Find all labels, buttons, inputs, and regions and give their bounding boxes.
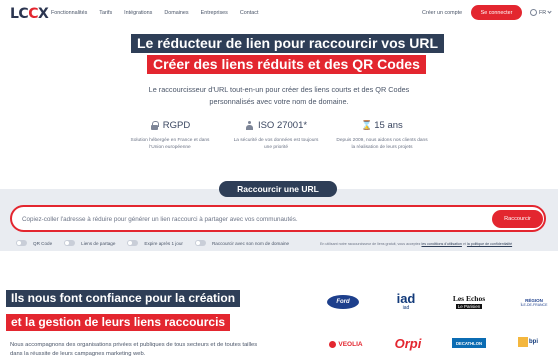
client-logo-orpi: Orpi [394, 335, 422, 351]
chevron-down-icon [547, 9, 552, 14]
shortener-options: QR Code Liens de partage Expire après 1 … [16, 240, 301, 246]
nav-link-contact[interactable]: Contact [240, 10, 259, 16]
hero-title-line2: Créer des liens réduits et des QR Codes [147, 55, 426, 74]
option-custom-domain[interactable]: Raccourcir avec son nom de domaine [194, 240, 290, 246]
hourglass-icon: ⌛ [361, 120, 373, 130]
logo-accent: C [28, 6, 38, 22]
url-input[interactable] [22, 212, 472, 226]
feature-title: RGPD [162, 120, 191, 131]
hero-lead: Le raccourcisseur d'URL tout-en-un pour … [148, 85, 410, 106]
logo-text: bpi [529, 339, 538, 345]
globe-icon [530, 9, 537, 16]
logo-text: LC [10, 6, 29, 22]
option-label: Expire après 1 jour [144, 240, 183, 246]
option-expire[interactable]: Expire après 1 jour [127, 240, 183, 246]
nav-link-entreprises[interactable]: Entreprises [201, 10, 228, 16]
main-menu: Fonctionnalités Tarifs Intégrations Doma… [51, 10, 270, 16]
create-account-link[interactable]: Créer un compte [422, 10, 462, 16]
option-label: Liens de partage [81, 240, 116, 246]
client-logo-bpi: bpi [516, 336, 540, 348]
hero-title-line1: Le réducteur de lien pour raccourcir vos… [131, 34, 445, 53]
login-button[interactable]: Se connecter [471, 5, 522, 20]
client-logo-echos: Les Echos Le Parisien [449, 288, 489, 314]
logo-text-end: X [37, 6, 49, 22]
client-logo-decathlon: DECATHLON [452, 338, 486, 348]
option-qr-code[interactable]: QR Code [16, 240, 52, 246]
top-nav: LCCX Fonctionnalités Tarifs Intégrations… [0, 0, 558, 28]
nav-link-domaines[interactable]: Domaines [164, 10, 188, 16]
shorten-button[interactable]: Raccourcir [492, 210, 543, 228]
legal-and: et [462, 242, 466, 246]
logo-text: iad [396, 291, 416, 306]
feature-desc: Solution hébergée en France et dans l'Un… [130, 138, 210, 150]
feature-years: ⌛ 15 ans Depuis 2009, nous aidons nos cli… [336, 120, 428, 151]
feature-desc: La sécurité de vos données est toujours … [233, 138, 319, 150]
feature-desc: Depuis 2009, nous aidons nos clients dan… [336, 138, 428, 150]
feature-title: ISO 27001* [257, 120, 308, 131]
shortener-tab[interactable]: Raccourcir une URL [219, 181, 337, 197]
legal-notice: En utilisant notre raccourcisseur de lie… [320, 242, 512, 246]
toggle-switch[interactable] [64, 240, 76, 246]
trust-title-line1: Ils nous font confiance pour la création [6, 290, 241, 307]
toggle-switch[interactable] [16, 240, 27, 246]
trust-paragraph: Nous accompagnons des organisations priv… [10, 342, 258, 357]
bpi-mark-icon [518, 337, 528, 347]
logo-subtext: ÎLE-DE-FRANCE [520, 302, 548, 307]
feature-title: 15 ans [374, 120, 403, 131]
language-label: FR [539, 9, 547, 16]
toggle-switch[interactable] [127, 240, 139, 246]
nav-link-fonctionnalites[interactable]: Fonctionnalités [51, 10, 87, 16]
legal-text: En utilisant notre raccourcisseur de lie… [320, 242, 421, 246]
terms-link[interactable]: les conditions d'utilisation [421, 242, 461, 246]
logo-subtext: Le Parisien [455, 303, 483, 309]
nav-link-tarifs[interactable]: Tarifs [99, 10, 112, 16]
trust-title-line2: et la gestion de leurs liens raccourcis [6, 314, 231, 331]
veolia-mark-icon [329, 340, 337, 348]
client-logo-region: RÉGION ÎLE-DE-FRANCE [516, 293, 552, 311]
option-share-links[interactable]: Liens de partage [64, 240, 115, 246]
option-label: QR Code [33, 240, 53, 246]
url-input-wrapper: Raccourcir [10, 205, 546, 232]
language-selector[interactable]: FR [530, 9, 552, 16]
client-logo-iad: iad iad [390, 289, 422, 315]
feature-iso: ISO 27001* La sécurité de vos données es… [230, 120, 322, 151]
feature-gdpr: RGPD Solution hébergée en France et dans… [124, 120, 216, 151]
logo[interactable]: LCCX [10, 6, 49, 22]
client-logo-veolia: VEOLIA [327, 338, 365, 350]
privacy-link[interactable]: la politique de confidentialité [467, 242, 512, 246]
option-label: Raccourcir avec son nom de domaine [211, 240, 290, 246]
client-logo-ford: Ford [327, 295, 359, 309]
logo-text: VEOLIA [338, 340, 363, 348]
nav-link-integrations[interactable]: Intégrations [124, 10, 152, 16]
logo-text: Les Echos [452, 293, 486, 303]
logo-subtext: iad [402, 305, 410, 311]
lock-icon [150, 121, 159, 130]
toggle-switch[interactable] [194, 240, 206, 246]
user-icon [245, 121, 254, 130]
